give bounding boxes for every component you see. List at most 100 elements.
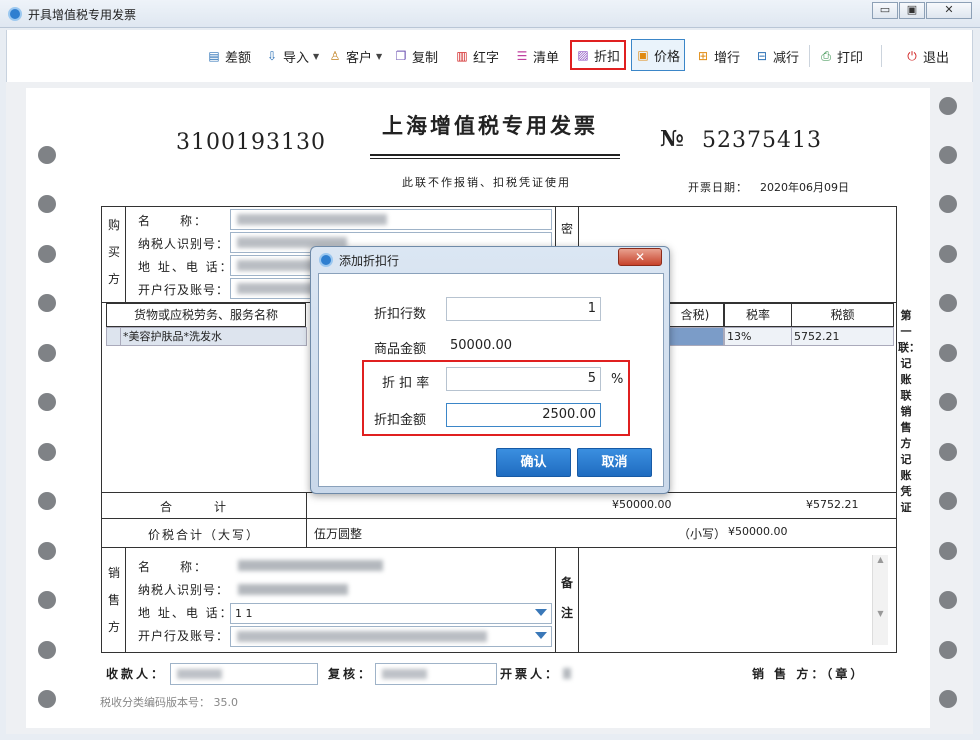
diff-label: 差额 bbox=[225, 50, 252, 66]
perforation-hole bbox=[939, 443, 957, 461]
chevron-down-icon[interactable] bbox=[535, 632, 547, 639]
discount-rows-input[interactable]: 1 bbox=[446, 297, 601, 321]
discount-rate-input[interactable]: 5 bbox=[446, 367, 601, 391]
remark-scrollbar[interactable]: ▲ ▼ bbox=[872, 555, 888, 645]
chevron-down-icon: ▼ bbox=[376, 51, 383, 61]
seller-taxid-value bbox=[238, 584, 348, 595]
perforation-hole bbox=[38, 393, 56, 411]
red-label: 红字 bbox=[473, 50, 500, 66]
copy-label: 复制 bbox=[412, 50, 439, 66]
import-button[interactable]: ⇩ 导入 ▼ bbox=[261, 43, 323, 69]
list-label: 清单 bbox=[533, 50, 560, 66]
add-row-icon: ⊞ bbox=[697, 49, 709, 63]
seller-bank-combo[interactable] bbox=[230, 626, 552, 647]
red-invoice-icon: ▥ bbox=[456, 49, 468, 63]
title-underline bbox=[370, 158, 620, 159]
perforation-hole bbox=[939, 195, 957, 213]
perforation-hole bbox=[38, 641, 56, 659]
percent-sign: % bbox=[611, 372, 624, 387]
close-window-button[interactable]: ✕ bbox=[926, 2, 972, 19]
list-button[interactable]: ☰ 清单 bbox=[511, 43, 563, 69]
toolbar-separator bbox=[809, 45, 810, 67]
divider bbox=[578, 547, 579, 653]
customer-icon: ♙ bbox=[329, 49, 341, 63]
perforation-hole bbox=[939, 591, 957, 609]
grand-total-label: 价税合计（大写） bbox=[148, 528, 261, 542]
add-row-button[interactable]: ⊞ 增行 bbox=[692, 43, 744, 69]
grand-small-label: （小写） bbox=[678, 527, 727, 541]
number-sign: № bbox=[660, 126, 684, 152]
perforation-hole bbox=[38, 294, 56, 312]
reviewer-input[interactable] bbox=[375, 663, 497, 685]
goods-row-name[interactable]: *美容护肤品*洗发水 bbox=[120, 327, 307, 346]
seller-char: 方 bbox=[107, 620, 120, 634]
version-info: 税收分类编码版本号： 35.0 bbox=[100, 694, 238, 710]
issuer-value bbox=[563, 668, 571, 679]
row-selector[interactable] bbox=[106, 327, 121, 346]
exit-button[interactable]: ⏻ 退出 bbox=[901, 43, 953, 69]
power-icon: ⏻ bbox=[907, 48, 917, 63]
cancel-button[interactable]: 取消 bbox=[577, 448, 652, 477]
app-logo-icon bbox=[319, 253, 333, 267]
perforation-hole bbox=[38, 344, 56, 362]
maximize-button[interactable]: ▣ bbox=[899, 2, 925, 19]
buyer-bank-label: 开户行及账号： bbox=[138, 283, 230, 297]
app-logo-icon bbox=[8, 7, 22, 21]
seller-address-value: 1 1 bbox=[235, 607, 253, 620]
buyer-name-input[interactable] bbox=[230, 209, 552, 230]
red-invoice-button[interactable]: ▥ 红字 bbox=[451, 43, 503, 69]
goods-row-tax[interactable]: 5752.21 bbox=[791, 327, 894, 346]
buyer-char: 买 bbox=[107, 245, 120, 259]
remark-char: 注 bbox=[560, 606, 573, 620]
total-tax: ¥5752.21 bbox=[806, 498, 859, 511]
goods-amount-label: 商品金额 bbox=[374, 342, 427, 357]
printer-icon: ⎙ bbox=[821, 48, 831, 63]
perforation-hole bbox=[939, 492, 957, 510]
payee-input[interactable] bbox=[170, 663, 318, 685]
price-button[interactable]: ▣ 价格 bbox=[631, 39, 686, 71]
perforation-hole bbox=[939, 245, 957, 263]
perforation-hole bbox=[939, 641, 957, 659]
seller-char: 销 bbox=[107, 566, 120, 580]
discount-amount-input[interactable]: 2500.00 bbox=[446, 403, 601, 427]
customer-button[interactable]: ♙ 客户 ▼ bbox=[324, 43, 386, 69]
copy-icon: ❐ bbox=[395, 49, 407, 63]
perforation-hole bbox=[38, 591, 56, 609]
buyer-char: 购 bbox=[107, 218, 120, 232]
goods-row-price-cell[interactable] bbox=[666, 327, 724, 346]
minimize-button[interactable]: ▭ bbox=[872, 2, 898, 19]
invoice-date: 2020年06月09日 bbox=[760, 181, 849, 194]
divider bbox=[101, 547, 897, 548]
perforation-hole bbox=[38, 492, 56, 510]
copy-button[interactable]: ❐ 复制 bbox=[390, 43, 442, 69]
tax-amount-header: 税额 bbox=[791, 303, 894, 327]
goods-row-rate[interactable]: 13% bbox=[724, 327, 792, 346]
discount-label: 折扣 bbox=[594, 49, 621, 65]
date-label: 开票日期： bbox=[688, 181, 748, 194]
print-button[interactable]: ⎙ 打印 bbox=[815, 43, 867, 69]
diff-button[interactable]: ▤ 差额 bbox=[203, 43, 255, 69]
buyer-address-label: 地 址、电 话： bbox=[138, 260, 234, 274]
seller-char: 售 bbox=[107, 593, 120, 607]
customer-label: 客户 bbox=[346, 50, 373, 66]
dialog-close-button[interactable]: ✕ bbox=[618, 248, 662, 266]
seller-seal-label: 销 售 方：（章） bbox=[752, 667, 866, 681]
chevron-down-icon[interactable] bbox=[535, 609, 547, 616]
remark-char: 备 bbox=[560, 576, 573, 590]
remark-label: 备 注 bbox=[559, 568, 575, 628]
buyer-name-label: 名 称： bbox=[138, 214, 209, 228]
seller-name-value bbox=[238, 560, 383, 571]
window-title: 开具增值税专用发票 bbox=[28, 8, 137, 22]
title-underline bbox=[370, 154, 620, 156]
delete-row-button[interactable]: ⊟ 减行 bbox=[751, 43, 803, 69]
version-number: 35.0 bbox=[213, 696, 239, 709]
price-label: 价格 bbox=[654, 49, 681, 65]
goods-amount-value: 50000.00 bbox=[450, 338, 513, 353]
add-row-label: 增行 bbox=[714, 50, 741, 66]
confirm-button[interactable]: 确认 bbox=[496, 448, 571, 477]
discount-button[interactable]: ▨ 折扣 bbox=[570, 40, 627, 70]
discount-rate-label: 折 扣 率 bbox=[382, 376, 430, 391]
toolbar-separator bbox=[881, 45, 882, 67]
seller-address-combo[interactable]: 1 1 bbox=[230, 603, 552, 624]
total-label: 合 计 bbox=[160, 500, 233, 514]
